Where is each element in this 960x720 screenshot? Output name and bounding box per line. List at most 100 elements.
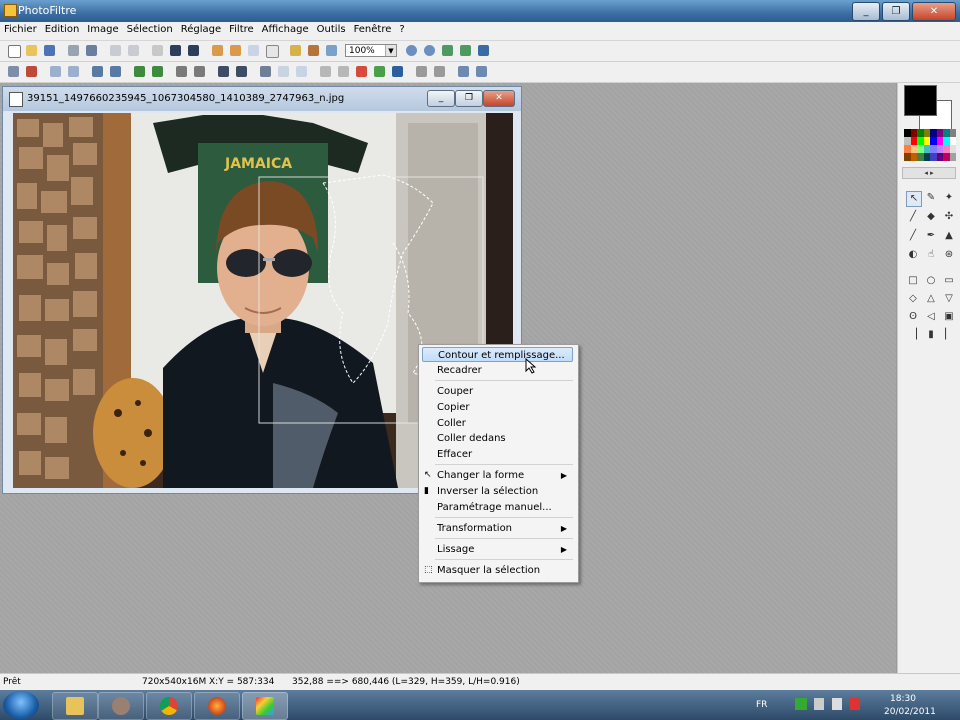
auto-contrast-icon[interactable] — [26, 66, 37, 77]
grayscale-icon[interactable] — [218, 66, 229, 77]
print-icon[interactable] — [68, 45, 79, 56]
redo-icon[interactable] — [128, 45, 139, 56]
fit-window-icon[interactable] — [460, 45, 471, 56]
menu-edition[interactable]: Edition — [41, 22, 84, 37]
menu-selection[interactable]: Sélection — [123, 22, 177, 37]
canvas-size-icon[interactable] — [230, 45, 241, 56]
brightness-minus-icon[interactable] — [68, 66, 79, 77]
menu-item-lissage[interactable]: Lissage ▶ — [422, 542, 573, 557]
color-picker-icon[interactable]: ✎ — [924, 191, 938, 205]
polygon-lasso-icon[interactable]: ◁ — [924, 310, 938, 324]
menu-reglage[interactable]: Réglage — [177, 22, 225, 37]
taskbar-explorer[interactable] — [52, 692, 98, 720]
actual-size-icon[interactable] — [442, 45, 453, 56]
shape-library-icon[interactable]: ▣ — [942, 310, 956, 324]
menu-item-changer-forme[interactable]: ↖ Changer la forme ▶ — [422, 468, 573, 483]
network-icon[interactable] — [795, 698, 807, 710]
gamma-plus-icon[interactable] — [176, 66, 187, 77]
zoom-select[interactable]: 100% ▼ — [345, 44, 397, 57]
clone-icon[interactable]: ⊛ — [942, 248, 956, 262]
menu-item-parametrage-manuel[interactable]: Paramétrage manuel... — [422, 500, 573, 515]
rounded-rect-shape-icon[interactable]: ▭ — [942, 274, 956, 288]
scan-icon[interactable] — [86, 45, 97, 56]
doc-close-button[interactable]: ✕ — [483, 90, 515, 107]
fullscreen-icon[interactable] — [478, 45, 489, 56]
lasso-icon[interactable]: ʘ — [906, 310, 920, 324]
doc-maximize-button[interactable]: ❐ — [455, 90, 483, 107]
rotate-left-icon[interactable] — [458, 66, 469, 77]
minimize-button[interactable]: _ — [852, 2, 880, 21]
drop-icon[interactable] — [278, 66, 289, 77]
menu-item-couper[interactable]: Couper — [422, 384, 573, 399]
clock-time[interactable]: 18:30 — [890, 694, 916, 704]
align-right-icon[interactable]: ▏ — [942, 328, 956, 342]
image-size-icon[interactable] — [212, 45, 223, 56]
taskbar-chrome[interactable] — [146, 692, 192, 720]
saturation-minus-icon[interactable] — [152, 66, 163, 77]
diamond-shape-icon[interactable]: ◇ — [906, 292, 920, 306]
plugin-icon[interactable] — [290, 45, 301, 56]
advanced-brush-icon[interactable]: ✒ — [924, 229, 938, 243]
maximize-button[interactable]: ❐ — [882, 2, 910, 21]
cut-icon[interactable] — [152, 45, 163, 56]
menu-help[interactable]: ? — [395, 22, 408, 37]
palette-scroll-bar[interactable]: ◂ ▸ — [902, 167, 956, 179]
blur-icon[interactable] — [296, 66, 307, 77]
taskbar-photofiltre[interactable] — [242, 692, 288, 720]
open-folder-icon[interactable] — [26, 45, 37, 56]
flag-icon[interactable] — [814, 698, 824, 710]
blur-drop-icon[interactable]: ◐ — [906, 248, 920, 262]
spray-icon[interactable]: ✣ — [942, 210, 956, 224]
auto-level-icon[interactable] — [8, 66, 19, 77]
clock-date[interactable]: 20/02/2011 — [884, 707, 936, 717]
rgb-icon[interactable] — [374, 66, 385, 77]
menu-item-transformation[interactable]: Transformation ▶ — [422, 521, 573, 536]
new-file-icon[interactable] — [8, 45, 21, 58]
language-indicator[interactable]: FR — [756, 700, 767, 710]
save-icon[interactable] — [44, 45, 55, 56]
sharpen-icon[interactable] — [260, 66, 271, 77]
close-button[interactable]: ✕ — [912, 2, 956, 21]
transparency-icon[interactable] — [326, 45, 337, 56]
selection-tool-icon[interactable]: ↖ — [906, 191, 922, 207]
taskbar-firefox[interactable] — [194, 692, 240, 720]
contrast-plus-icon[interactable] — [92, 66, 103, 77]
copy-icon[interactable] — [170, 45, 181, 56]
menu-item-inverser-selection[interactable]: ▮ Inverser la sélection — [422, 484, 573, 499]
negative-icon[interactable] — [236, 66, 247, 77]
foreground-color-swatch[interactable] — [904, 85, 937, 116]
start-button[interactable] — [3, 691, 39, 719]
menu-item-recadrer[interactable]: Recadrer — [422, 363, 573, 378]
undo-icon[interactable] — [110, 45, 121, 56]
layer-icon[interactable] — [308, 45, 319, 56]
magic-wand-icon[interactable]: ✦ — [942, 191, 956, 205]
volume-icon[interactable] — [832, 698, 842, 710]
flip-vertical-icon[interactable] — [434, 66, 445, 77]
color-palette[interactable] — [904, 129, 956, 161]
color-palette-icon[interactable] — [356, 66, 367, 77]
smudge-icon[interactable]: ☝ — [924, 248, 938, 262]
text-icon[interactable] — [266, 45, 279, 58]
zoom-out-icon[interactable] — [424, 45, 435, 56]
duplicate-icon[interactable] — [248, 45, 259, 56]
menu-item-contour-remplissage[interactable]: Contour et remplissage... — [422, 347, 573, 362]
menu-item-copier[interactable]: Copier — [422, 400, 573, 415]
menu-item-masquer-selection[interactable]: ⬚ Masquer la sélection — [422, 563, 573, 578]
rotate-right-icon[interactable] — [476, 66, 487, 77]
menu-fenetre[interactable]: Fenêtre — [350, 22, 396, 37]
gamma-minus-icon[interactable] — [194, 66, 205, 77]
taskbar-app[interactable] — [98, 692, 144, 720]
menu-fichier[interactable]: Fichier — [0, 22, 41, 37]
triangle-down-shape-icon[interactable]: ▽ — [942, 292, 956, 306]
menu-filtre[interactable]: Filtre — [225, 22, 258, 37]
chevron-down-icon[interactable]: ▼ — [385, 45, 396, 56]
zoom-in-icon[interactable] — [406, 45, 417, 56]
menu-item-coller[interactable]: Coller — [422, 416, 573, 431]
fill-bucket-icon[interactable]: ◆ — [924, 210, 938, 224]
effect-icon[interactable] — [338, 66, 349, 77]
doc-minimize-button[interactable]: _ — [427, 90, 455, 107]
line-tool-icon[interactable]: ╱ — [906, 210, 920, 224]
saturation-plus-icon[interactable] — [134, 66, 145, 77]
contrast-minus-icon[interactable] — [110, 66, 121, 77]
menu-item-coller-dedans[interactable]: Coller dedans — [422, 431, 573, 446]
